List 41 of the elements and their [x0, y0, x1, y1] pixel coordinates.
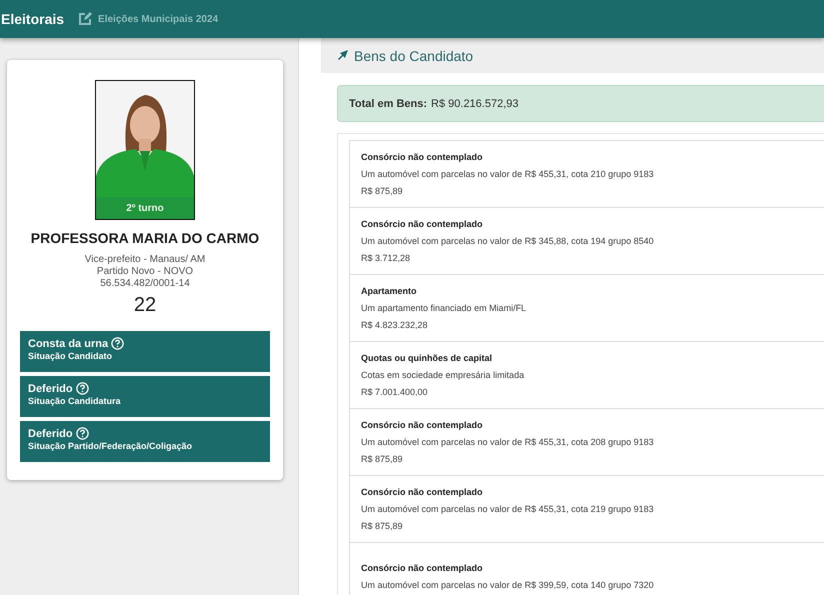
asset-description: Um apartamento financiado em Miami/FL: [361, 303, 528, 313]
asset-type: Consórcio não contemplado: [361, 152, 484, 162]
asset-type: Quotas ou quinhões de capital: [361, 353, 494, 363]
asset-description: Um automóvel com parcelas no valor de R$ 455,31, cota 210 grupo 9183: [361, 169, 655, 179]
asset-description: Um automóvel com parcelas no valor de R$ 345,88, cota 194 grupo 8540: [361, 236, 655, 246]
total-label: Total em Bens:: [349, 98, 428, 110]
asset-value: R$ 875,89: [361, 454, 404, 464]
status-value: Deferido: [28, 428, 73, 440]
asset-value: R$ 875,89: [361, 521, 404, 531]
status-label: Situação Candidato: [28, 351, 114, 361]
election-subtitle: Eleições Municipais 2024: [98, 14, 218, 24]
help-icon[interactable]: [76, 427, 89, 440]
candidate-number: 22: [134, 294, 156, 317]
total-value: R$ 90.216.572,93: [431, 98, 518, 110]
asset-type: Consórcio não contemplado: [361, 420, 484, 430]
asset-description: Um automóvel com parcelas no valor de R$ 455,31, cota 208 grupo 9183: [361, 437, 655, 447]
candidate-detail: Partido Novo - NOVO: [96, 266, 194, 278]
asset-type: Apartamento: [361, 286, 418, 296]
asset-description: Um automóvel com parcelas no valor de R$ 399,59, cota 140 grupo 7320: [361, 580, 655, 590]
candidate-name: PROFESSORA MARIA DO CARMO: [30, 230, 260, 246]
round-badge: 2º turno: [96, 197, 194, 219]
help-icon[interactable]: [111, 337, 124, 350]
asset-value: R$ 875,89: [361, 186, 404, 196]
candidate-detail: Vice-prefeito - Manaus/ AM: [84, 254, 206, 266]
status-label: Situação Candidatura: [28, 396, 122, 406]
asset-value: R$ 7.001.400,00: [361, 387, 429, 397]
asset-type: Consórcio não contemplado: [361, 562, 484, 572]
status-label: Situação Partido/Federação/Coligação: [28, 441, 194, 451]
section-title: Bens do Candidato: [354, 48, 474, 64]
help-icon[interactable]: [76, 382, 89, 395]
edit-icon: [78, 12, 92, 26]
status-value: Deferido: [28, 382, 73, 394]
asset-value: R$ 4.823.232,28: [361, 320, 429, 330]
asset-type: Consórcio não contemplado: [361, 487, 484, 497]
status-value: Consta da urna: [28, 338, 108, 350]
asset-value: R$ 3.712,28: [361, 253, 412, 263]
asset-description: Um automóvel com parcelas no valor de R$ 455,31, cota 219 grupo 9183: [361, 504, 655, 514]
asset-type: Consórcio não contemplado: [361, 219, 484, 229]
app-title: Eleitorais: [1, 11, 64, 27]
candidate-detail: 56.534.482/0001-14: [100, 278, 190, 290]
asset-description: Cotas em sociedade empresária limitada: [361, 370, 526, 380]
